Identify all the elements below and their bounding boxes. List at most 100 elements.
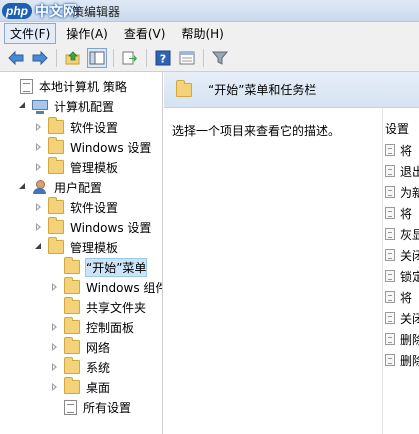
tree-item-label: 用户配置 [54, 180, 103, 195]
setting-row[interactable]: 将 [385, 287, 419, 307]
details-title: “开始”菜单和任务栏 [208, 83, 317, 97]
up-folder-button[interactable] [63, 48, 83, 68]
menu-file[interactable]: 文件(F) [4, 22, 57, 44]
collapsed-arrow-icon[interactable] [50, 322, 60, 332]
setting-icon [385, 354, 395, 366]
menu-help[interactable]: 帮助(H) [175, 23, 229, 44]
all-settings-icon [64, 399, 77, 415]
setting-row[interactable]: 退出 [385, 161, 419, 181]
tree-item-network[interactable]: 网络 [50, 337, 110, 357]
toolbar-separator [203, 48, 204, 67]
setting-label: 退出 [400, 164, 419, 179]
collapsed-arrow-icon[interactable] [50, 342, 60, 352]
folder-icon [176, 79, 192, 97]
collapsed-arrow-icon[interactable] [34, 162, 44, 172]
setting-row[interactable]: 删除 [385, 329, 419, 349]
setting-icon [385, 312, 395, 324]
svg-text:?: ? [160, 52, 166, 65]
tree-item-label: Windows 设置 [70, 220, 152, 235]
forward-icon [32, 50, 48, 65]
collapsed-arrow-icon[interactable] [34, 122, 44, 132]
tree-item-software-settings[interactable]: 软件设置 [34, 117, 118, 137]
properties-icon [179, 51, 195, 64]
collapsed-arrow-icon[interactable] [34, 222, 44, 232]
back-button[interactable] [6, 48, 26, 68]
expanded-arrow-icon[interactable] [34, 242, 44, 252]
help-icon: ? [155, 50, 171, 65]
collapsed-arrow-icon[interactable] [50, 382, 60, 392]
setting-icon [385, 249, 395, 261]
window-title: 策编辑器 [72, 5, 121, 19]
setting-row[interactable]: 将 [385, 140, 419, 160]
tree-item-user-config[interactable]: 用户配置 [18, 177, 102, 197]
filter-icon [212, 51, 228, 65]
folder-icon [64, 257, 80, 274]
properties-button[interactable] [177, 48, 197, 68]
policy-icon [20, 78, 33, 94]
tree-item-admin-templates[interactable]: 管理模板 [34, 157, 118, 177]
tree-item-label: 控制面板 [86, 320, 135, 335]
tree-item-shared-folders[interactable]: 共享文件夹 [50, 297, 146, 317]
expanded-arrow-icon[interactable] [18, 101, 28, 111]
setting-label: 锁定 [400, 269, 419, 284]
tree-item-label: 软件设置 [70, 200, 119, 215]
collapsed-arrow-icon[interactable] [50, 362, 60, 372]
collapsed-arrow-icon[interactable] [34, 142, 44, 152]
tree-item-start-menu[interactable]: “开始”菜单 [50, 257, 148, 277]
forward-button[interactable] [30, 48, 50, 68]
tree-item-computer-config[interactable]: 计算机配置 [18, 96, 114, 116]
tree-item-user-software-settings[interactable]: 软件设置 [34, 197, 118, 217]
tree-item-label: “开始”菜单 [84, 257, 148, 277]
toolbar-separator [113, 48, 114, 67]
tree-item-label: 软件设置 [70, 120, 119, 135]
folder-icon [64, 277, 80, 294]
tree-pane[interactable]: 本地计算机 策略 计算机配置 软件设置 Windows 设置 管理模板 用户配置… [0, 72, 163, 434]
watermark-badge: php [2, 3, 32, 19]
collapsed-arrow-icon[interactable] [34, 202, 44, 212]
setting-row[interactable]: 将 [385, 203, 419, 223]
tree-item-all-settings[interactable]: 所有设置 [50, 397, 131, 417]
tree-item-local-computer-policy[interactable]: 本地计算机 策略 [6, 76, 127, 96]
folder-icon [64, 377, 80, 394]
settings-column-header[interactable]: 设置 [385, 120, 409, 137]
tree-item-windows-settings[interactable]: Windows 设置 [34, 137, 151, 157]
setting-label: 关闭 [400, 311, 419, 326]
folder-icon [64, 357, 80, 374]
menu-action[interactable]: 操作(A) [60, 23, 114, 44]
tree-item-label: 桌面 [86, 380, 111, 395]
menu-view[interactable]: 查看(V) [118, 23, 172, 44]
setting-row[interactable]: 关闭 [385, 308, 419, 328]
setting-row[interactable]: 锁定 [385, 266, 419, 286]
watermark-logo: php 中文网 [2, 1, 77, 21]
tree-item-desktop[interactable]: 桌面 [50, 377, 110, 397]
setting-row[interactable]: 删除 [385, 350, 419, 370]
back-icon [8, 50, 24, 65]
setting-label: 将 [400, 290, 413, 305]
show-hide-tree-button[interactable] [87, 47, 107, 68]
setting-row[interactable]: 灰显 [385, 224, 419, 244]
setting-icon [385, 270, 395, 282]
setting-label: 删除 [400, 353, 419, 368]
tree-item-user-windows-settings[interactable]: Windows 设置 [34, 217, 151, 237]
details-pane: “开始”菜单和任务栏 选择一个项目来查看它的描述。 设置 将 退出 为新 将 灰… [164, 72, 419, 434]
tree-item-control-panel[interactable]: 控制面板 [50, 317, 134, 337]
tree-item-label: 本地计算机 策略 [39, 79, 127, 94]
expanded-arrow-icon[interactable] [18, 182, 28, 192]
setting-icon [385, 291, 395, 303]
computer-icon [32, 100, 48, 114]
tree-item-windows-components[interactable]: Windows 组件 [50, 277, 162, 297]
tree-item-label: 系统 [86, 360, 111, 375]
tree-item-user-admin-templates[interactable]: 管理模板 [34, 237, 118, 257]
folder-icon [48, 157, 64, 174]
help-button[interactable]: ? [153, 48, 173, 68]
setting-row[interactable]: 关闭 [385, 245, 419, 265]
collapsed-arrow-icon[interactable] [50, 282, 60, 292]
export-list-button[interactable] [120, 48, 140, 68]
setting-row[interactable]: 为新 [385, 182, 419, 202]
setting-label: 灰显 [400, 227, 419, 242]
setting-label: 删除 [400, 332, 419, 347]
tree-item-system[interactable]: 系统 [50, 357, 110, 377]
filter-button[interactable] [210, 48, 230, 68]
folder-icon [48, 137, 64, 154]
tree-item-label: 共享文件夹 [86, 300, 147, 315]
